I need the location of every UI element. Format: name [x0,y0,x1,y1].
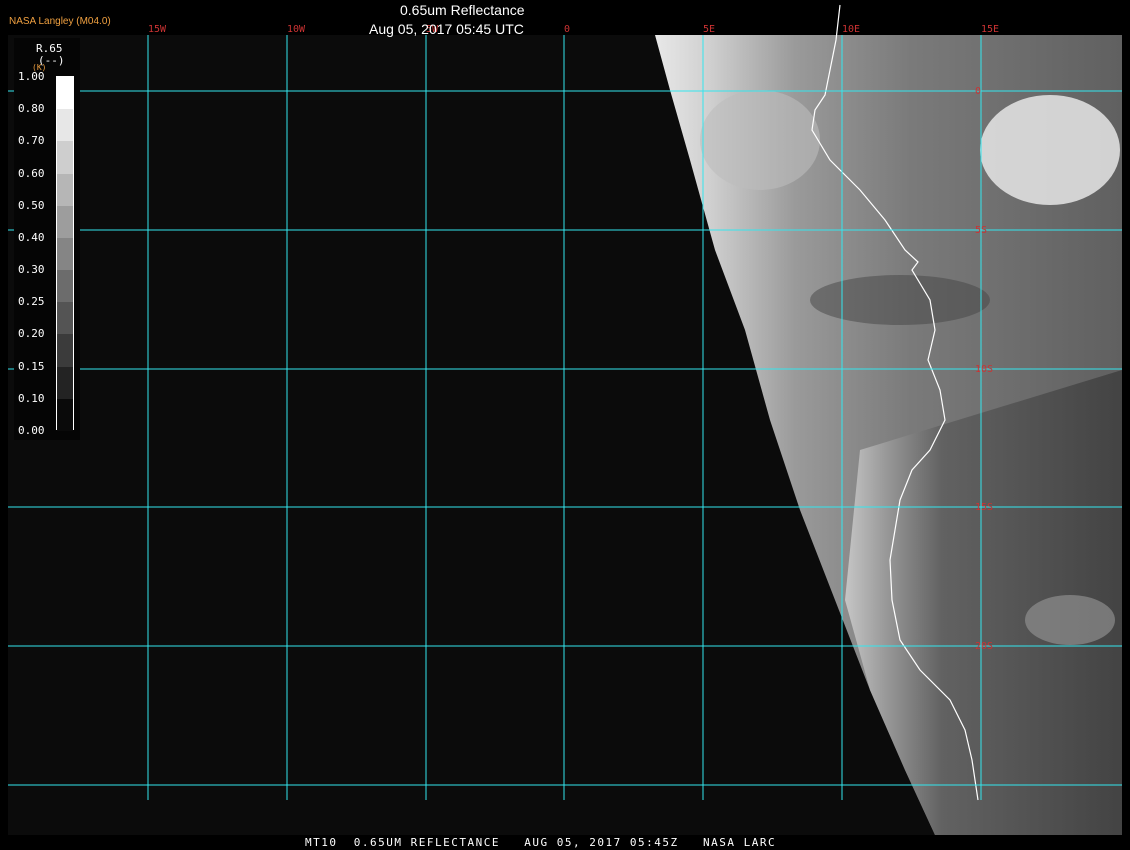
legend-tick-label: 0.30 [18,263,45,277]
satellite-image-viewer: 15W 10W 5W 0 5E 10E 15E 0 5S 10S 15S 20S NASA Langl… [0,0,1130,850]
map-canvas: 15W 10W 5W 0 5E 10E 15E05S10S15S20S [0,0,1130,850]
legend-tick-label: 0.40 [18,230,45,244]
legend-tick-label: 0.60 [18,166,45,180]
latitude-label: 20S [975,641,993,652]
colorbar-segment [57,141,73,174]
legend-tick-label: 0.20 [18,327,45,341]
legend-tick-label: 0.50 [18,198,45,212]
colorbar-segment [57,366,73,399]
longitude-label: 0 [564,24,570,35]
brand-label: NASA Langley (M04.0) [9,16,111,27]
longitude-label: 15W [148,24,167,35]
bright-cloud-patch [980,95,1120,205]
dark-cloud-band [810,275,990,325]
longitude-label: 15E [981,24,999,35]
colorbar-segment [57,270,73,303]
status-footer: MT10 0.65UM REFLECTANCE AUG 05, 2017 05:… [305,836,777,849]
image-timestamp: Aug 05, 2017 05:45 UTC [369,21,524,37]
latitude-label: 5S [975,225,987,236]
image-title: 0.65um Reflectance [400,2,525,18]
colorbar-segment [57,173,73,206]
colorbar-segment [57,205,73,238]
colorbar-segment [57,109,73,142]
longitude-label: 10W [287,24,306,35]
legend-tick-label: 0.25 [18,295,45,309]
longitude-label: 10E [842,24,860,35]
legend-tick-label: 0.80 [18,102,45,116]
legend-tick-label: 0.15 [18,359,45,373]
colorbar [56,76,74,431]
legend-tick-label: 0.10 [18,391,45,405]
colorbar-segment [57,398,73,431]
legend-tick-label: 1.00 [18,70,45,83]
color-scale-legend: R.65 (--) (K) 1.00 0.80 0.70 0.60 0.50 0.40 0.… [14,38,80,440]
latitude-label: 15S [975,502,993,513]
colorbar-segment [57,77,73,110]
colorbar-segment [57,237,73,271]
legend-tick-label: 0.00 [18,424,45,437]
latitude-label: 0 [975,86,981,97]
colorbar-segment [57,302,73,335]
legend-tick-label: 0.70 [18,134,45,148]
longitude-label: 5E [703,24,715,35]
colorbar-segment [57,334,73,367]
latitude-label: 10S [975,364,993,375]
